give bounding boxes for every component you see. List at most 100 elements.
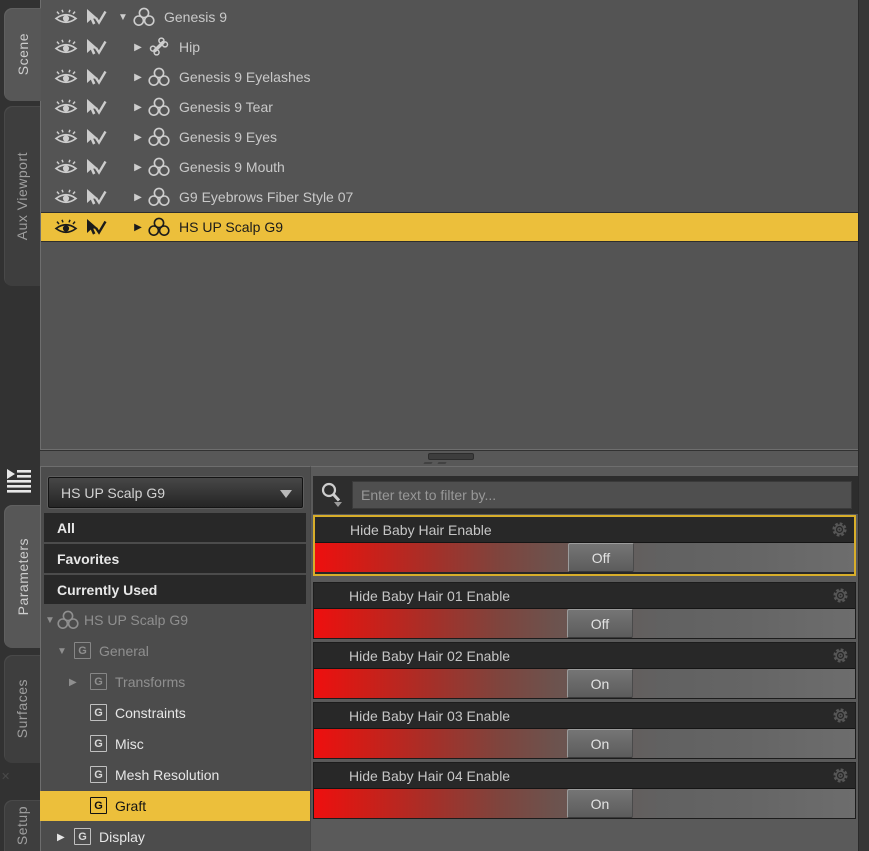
selectability-toggle[interactable] xyxy=(82,98,108,117)
parameter-block[interactable]: Hide Baby Hair 04 Enable On xyxy=(313,762,856,819)
tab-surfaces[interactable]: Surfaces xyxy=(4,655,40,763)
selectable-cursor-check-icon[interactable] xyxy=(82,68,108,87)
parameter-settings-button[interactable] xyxy=(832,767,849,787)
expand-arrow[interactable]: ▶ xyxy=(131,42,145,53)
parameters-options-menu-button[interactable] xyxy=(4,465,38,501)
selectability-toggle[interactable] xyxy=(82,8,108,27)
visibility-toggle[interactable] xyxy=(53,128,79,146)
category-tree-row[interactable]: ▼ G General xyxy=(40,636,310,666)
category-tree-row[interactable]: G Misc xyxy=(40,729,310,759)
scene-tree-row[interactable]: ▶ Genesis 9 Mouth xyxy=(41,152,858,182)
visibility-eye-icon[interactable] xyxy=(53,8,79,26)
search-options-caret-icon[interactable] xyxy=(334,502,342,507)
visibility-toggle[interactable] xyxy=(53,218,79,236)
panel-splitter[interactable] xyxy=(40,451,858,466)
visibility-eye-icon[interactable] xyxy=(53,68,79,86)
tab-scene[interactable]: Scene xyxy=(4,8,41,101)
tab-setup[interactable]: Setup xyxy=(4,800,40,851)
scene-tree-row[interactable]: ▶ Genesis 9 Eyelashes xyxy=(41,62,858,92)
toggle-slider-track[interactable]: On xyxy=(314,728,855,758)
selectable-cursor-check-icon[interactable] xyxy=(82,158,108,177)
visibility-eye-icon[interactable] xyxy=(53,98,79,116)
toggle-slider-thumb[interactable]: On xyxy=(567,669,633,698)
expand-arrow[interactable]: ▶ xyxy=(131,102,145,113)
category-row[interactable]: Favorites xyxy=(44,544,306,573)
scene-tree-row[interactable]: ▶ G9 Eyebrows Fiber Style 07 xyxy=(41,182,858,212)
scene-tree-row[interactable]: ▼ Genesis 9 xyxy=(41,2,858,32)
tab-aux-viewport[interactable]: Aux Viewport xyxy=(4,106,40,286)
parameter-settings-button[interactable] xyxy=(831,521,848,541)
expand-arrow[interactable]: ▶ xyxy=(131,162,145,173)
selectable-cursor-check-icon[interactable] xyxy=(82,218,108,237)
parameter-settings-button[interactable] xyxy=(832,587,849,607)
visibility-eye-icon[interactable] xyxy=(53,158,79,176)
category-label: Display xyxy=(99,829,145,845)
selectability-toggle[interactable] xyxy=(82,218,108,237)
group-g-icon: G xyxy=(90,704,107,721)
toggle-slider-track[interactable]: On xyxy=(314,668,855,698)
selectability-toggle[interactable] xyxy=(82,128,108,147)
toggle-slider-track[interactable]: Off xyxy=(314,608,855,638)
splitter-handle-icon[interactable] xyxy=(428,453,474,460)
selectability-toggle[interactable] xyxy=(82,158,108,177)
bone-icon xyxy=(149,37,169,56)
visibility-toggle[interactable] xyxy=(53,98,79,116)
scene-tree-row[interactable]: ▶ HS UP Scalp G9 xyxy=(41,212,858,242)
visibility-eye-icon[interactable] xyxy=(53,188,79,206)
expand-arrow[interactable]: ▼ xyxy=(45,615,55,626)
parameter-block[interactable]: Hide Baby Hair 01 Enable Off xyxy=(313,582,856,639)
category-tree-row[interactable]: ▼ HS UP Scalp G9 xyxy=(40,605,310,635)
category-tree-row[interactable]: G Graft xyxy=(40,791,310,821)
toggle-slider-track[interactable]: On xyxy=(314,788,855,818)
parameter-settings-button[interactable] xyxy=(832,647,849,667)
visibility-eye-icon[interactable] xyxy=(53,128,79,146)
expand-arrow[interactable]: ▶ xyxy=(131,132,145,143)
visibility-eye-icon[interactable] xyxy=(53,218,79,236)
selectable-cursor-check-icon[interactable] xyxy=(82,188,108,207)
parameter-block[interactable]: Hide Baby Hair 02 Enable On xyxy=(313,642,856,699)
expand-arrow[interactable]: ▼ xyxy=(116,12,130,23)
scene-tree-row[interactable]: ▶ Genesis 9 Eyes xyxy=(41,122,858,152)
scene-tree-row[interactable]: ▶ Genesis 9 Tear xyxy=(41,92,858,122)
toggle-slider-thumb[interactable]: Off xyxy=(568,543,634,572)
tab-parameters-label: Parameters xyxy=(14,537,31,616)
node-selector[interactable]: HS UP Scalp G9 xyxy=(48,477,303,508)
visibility-toggle[interactable] xyxy=(53,38,79,56)
expand-arrow[interactable]: ▶ xyxy=(131,72,145,83)
category-tree-row[interactable]: G Constraints xyxy=(40,698,310,728)
scene-tree-row[interactable]: ▶ Hip xyxy=(41,32,858,62)
visibility-toggle[interactable] xyxy=(53,68,79,86)
expand-arrow[interactable]: ▶ xyxy=(131,222,145,233)
toggle-value: Off xyxy=(591,549,611,566)
toggle-slider-thumb[interactable]: On xyxy=(567,729,633,758)
selectable-cursor-check-icon[interactable] xyxy=(82,128,108,147)
selectability-toggle[interactable] xyxy=(82,188,108,207)
category-tree-row[interactable]: ▶ G Display xyxy=(40,822,310,851)
filter-input[interactable] xyxy=(352,481,852,509)
expand-arrow[interactable]: ▶ xyxy=(69,677,77,688)
expand-arrow[interactable]: ▶ xyxy=(131,192,145,203)
tab-parameters[interactable]: Parameters xyxy=(4,505,41,648)
category-tree-row[interactable]: ▶ G Transforms xyxy=(40,667,310,697)
toggle-value: On xyxy=(590,735,610,752)
parameter-block[interactable]: Hide Baby Hair Enable Off xyxy=(313,515,856,576)
visibility-toggle[interactable] xyxy=(53,158,79,176)
expand-arrow[interactable]: ▶ xyxy=(57,832,65,843)
category-tree-row[interactable]: G Mesh Resolution xyxy=(40,760,310,790)
toggle-slider-thumb[interactable]: On xyxy=(567,789,633,818)
selectability-toggle[interactable] xyxy=(82,68,108,87)
toggle-slider-track[interactable]: Off xyxy=(315,542,854,572)
selectable-cursor-check-icon[interactable] xyxy=(82,38,108,57)
visibility-toggle[interactable] xyxy=(53,188,79,206)
selectable-cursor-check-icon[interactable] xyxy=(82,98,108,117)
expand-arrow[interactable]: ▼ xyxy=(57,646,67,657)
category-row[interactable]: Currently Used xyxy=(44,575,306,604)
parameter-block[interactable]: Hide Baby Hair 03 Enable On xyxy=(313,702,856,759)
toggle-slider-thumb[interactable]: Off xyxy=(567,609,633,638)
parameter-settings-button[interactable] xyxy=(832,707,849,727)
visibility-eye-icon[interactable] xyxy=(53,38,79,56)
category-row[interactable]: All xyxy=(44,513,306,542)
visibility-toggle[interactable] xyxy=(53,8,79,26)
selectable-cursor-check-icon[interactable] xyxy=(82,8,108,27)
selectability-toggle[interactable] xyxy=(82,38,108,57)
